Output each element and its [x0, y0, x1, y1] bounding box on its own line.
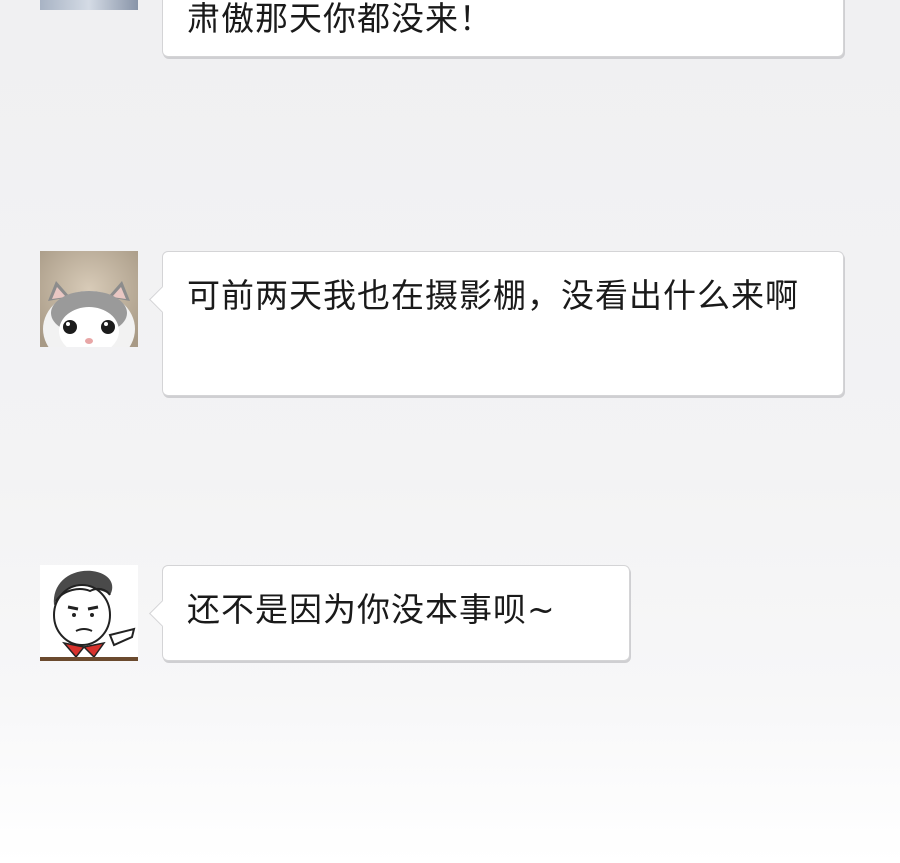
message-text: 还不是因为你没本事呗~ — [187, 590, 556, 629]
bubble-tail — [149, 286, 176, 313]
message-text: 肃傲那天你都没来！ — [187, 0, 493, 38]
bubble-tail — [149, 600, 176, 627]
message-bubble[interactable]: 肃傲那天你都没来！ — [162, 0, 844, 57]
message-text: 可前两天我也在摄影棚，没看出什么来啊 — [187, 276, 799, 315]
cartoon-man-avatar[interactable] — [40, 565, 138, 661]
message-bubble[interactable]: 可前两天我也在摄影棚，没看出什么来啊 — [149, 251, 844, 396]
message-bubble[interactable]: 还不是因为你没本事呗~ — [149, 565, 630, 661]
avatar[interactable] — [40, 0, 138, 10]
kitten-avatar[interactable] — [40, 251, 138, 347]
cartoon-man-icon — [40, 565, 138, 661]
kitten-icon — [40, 251, 138, 347]
